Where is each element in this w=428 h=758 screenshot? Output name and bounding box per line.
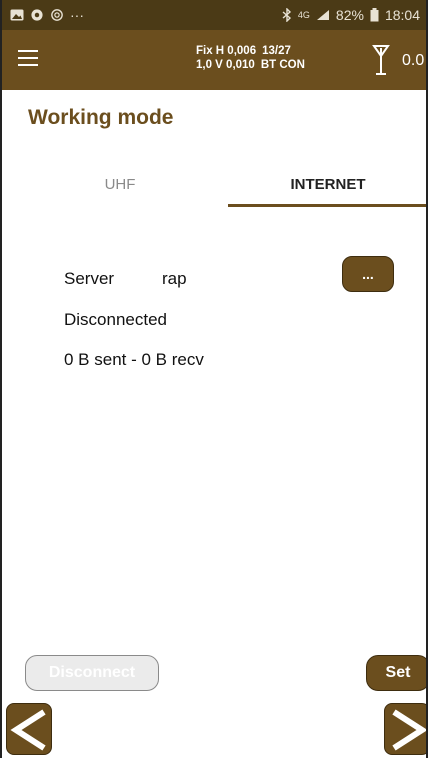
disconnect-button[interactable]: Disconnect <box>25 655 159 691</box>
satellite-count: 13/27 <box>262 45 291 57</box>
battery-percent: 82% <box>335 7 364 23</box>
status-bar: ··· 4G 82% 18:04 <box>2 0 426 30</box>
connection-status: Disconnected <box>64 310 168 329</box>
gallery-icon <box>10 9 24 21</box>
signal-icon <box>316 10 329 20</box>
traffic-counter: 0 B sent - 0 B recv <box>64 350 204 369</box>
chevron-right-icon <box>392 709 426 751</box>
server-name: rap <box>162 269 187 288</box>
tab-internet[interactable]: INTERNET <box>228 160 426 208</box>
previous-button[interactable] <box>6 703 52 755</box>
app-screen: ··· 4G 82% 18:04 Fix H 0,006 13/27 1,0 V… <box>0 0 428 758</box>
tab-bar: UHF INTERNET <box>2 160 426 208</box>
fix-horizontal: Fix H 0,006 <box>196 45 257 57</box>
chrome-icon <box>31 9 43 21</box>
tab-uhf[interactable]: UHF <box>12 160 228 208</box>
fix-vertical: 1,0 V 0,010 <box>196 59 255 71</box>
browser-icon <box>51 9 63 21</box>
set-button[interactable]: Set <box>366 655 426 691</box>
tab-indicator <box>228 204 426 207</box>
app-bar: Fix H 0,006 13/27 1,0 V 0,010 BT CON 0.0 <box>2 30 426 90</box>
bluetooth-icon <box>282 8 291 22</box>
next-button[interactable] <box>384 703 426 755</box>
fix-info: Fix H 0,006 13/27 1,0 V 0,010 BT CON <box>196 44 305 72</box>
overflow-dots: ··· <box>70 7 84 23</box>
chevron-left-icon <box>10 709 46 751</box>
page-title: Working mode <box>28 106 174 129</box>
clock: 18:04 <box>384 7 420 23</box>
network-type: 4G <box>297 10 310 20</box>
status-bar-right: 4G 82% 18:04 <box>282 7 420 23</box>
hamburger-icon[interactable] <box>18 50 38 66</box>
battery-icon <box>370 8 379 22</box>
antenna-value: 0.0 <box>402 52 425 69</box>
server-label: Server <box>64 269 115 288</box>
server-options-button[interactable]: ... <box>342 256 394 292</box>
bluetooth-status: BT CON <box>260 59 305 71</box>
antenna-icon <box>372 45 390 75</box>
status-bar-left: ··· <box>10 7 84 23</box>
